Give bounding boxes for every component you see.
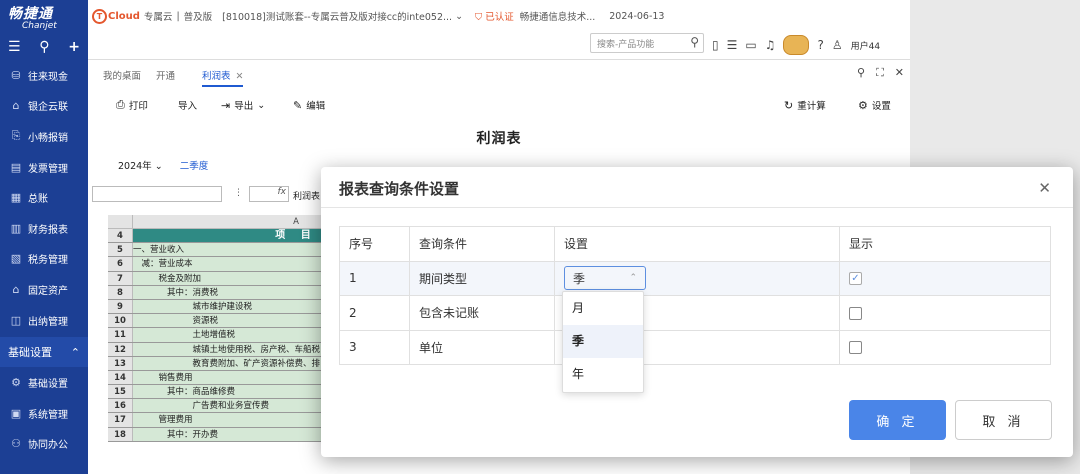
row-condition: 单位 [409,329,555,365]
period-type-select[interactable]: 季 ⌃ [564,266,646,291]
divider [321,207,1073,208]
row-no: 2 [339,295,410,331]
modal-overlay: 报表查询条件设置 ✕ 序号 查询条件 设置 显示 1 期间类型 季 ⌃ ✓ 2 包… [0,0,1080,474]
show-checkbox[interactable] [849,306,862,320]
app-window: 畅捷通 Chanjet ☰ ⚲ + ⛁ 往来现金 ⌂ 银企云联 ⎘ 小畅报销 ▤ 发票管理 ▦ 总… [0,0,1080,474]
row-no: 1 [339,260,410,296]
row-no: 3 [339,329,410,365]
row-condition: 包含未记账 [409,295,555,331]
close-icon[interactable]: ✕ [1038,179,1051,197]
header-show: 显示 [839,226,1051,262]
table-row[interactable]: 3 单位 [339,329,1051,365]
dialog-title: 报表查询条件设置 [339,180,460,198]
table-row[interactable]: 2 包含未记账 [339,295,1051,331]
dropdown-option-quarter[interactable]: 季 [563,325,643,358]
header-condition: 查询条件 [409,226,555,262]
table-header-row: 序号 查询条件 设置 显示 [339,226,1051,262]
table-row[interactable]: 1 期间类型 季 ⌃ ✓ [339,260,1051,296]
row-condition: 期间类型 [409,260,555,296]
confirm-button[interactable]: 确 定 [849,400,946,440]
header-no: 序号 [339,226,410,262]
condition-table: 序号 查询条件 设置 显示 1 期间类型 季 ⌃ ✓ 2 包含未记账 3 单位 [339,226,1051,365]
dropdown-option-year[interactable]: 年 [563,358,643,391]
query-condition-dialog: 报表查询条件设置 ✕ 序号 查询条件 设置 显示 1 期间类型 季 ⌃ ✓ 2 包… [321,167,1073,457]
cancel-button[interactable]: 取 消 [955,400,1052,440]
chevron-up-icon: ⌃ [629,273,637,284]
dropdown-option-month[interactable]: 月 [563,292,643,325]
show-checkbox-checked[interactable]: ✓ [849,272,862,286]
select-value: 季 [573,271,586,286]
row-show: ✓ [839,260,1051,296]
show-checkbox[interactable] [849,341,862,355]
row-show [839,329,1051,365]
row-show [839,295,1051,331]
period-type-dropdown: 月 季 年 [562,291,644,393]
header-setting: 设置 [554,226,840,262]
